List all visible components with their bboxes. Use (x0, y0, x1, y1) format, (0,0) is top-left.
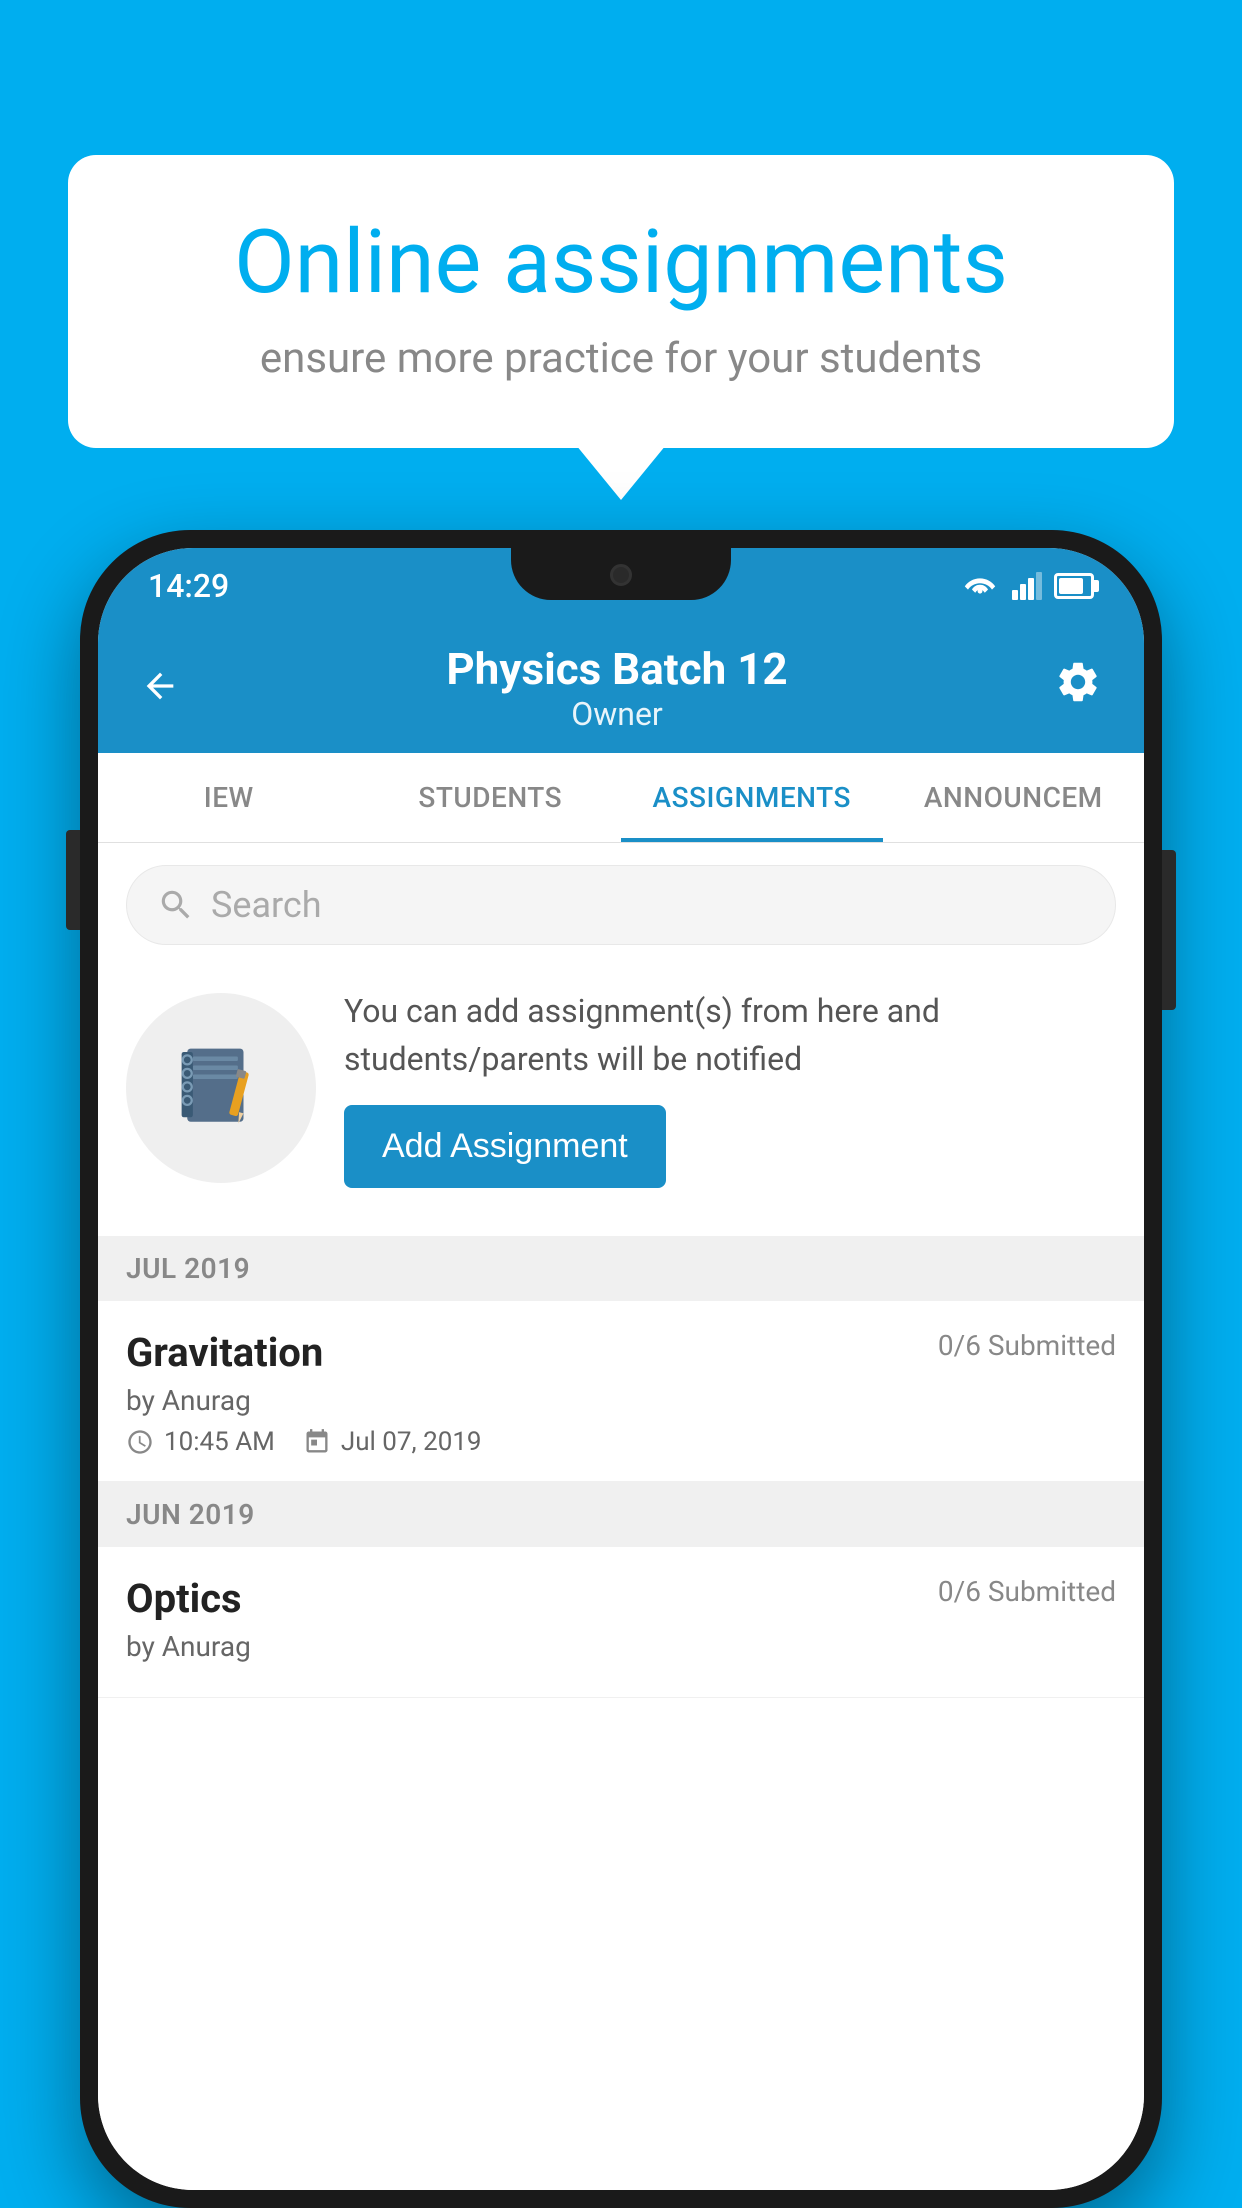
notebook-icon (176, 1043, 266, 1133)
meta-time: 10:45 AM (126, 1427, 275, 1457)
assignment-item-optics[interactable]: Optics 0/6 Submitted by Anurag (98, 1547, 1144, 1698)
phone-container: 14:29 (80, 530, 1162, 2208)
assignment-date: Jul 07, 2019 (341, 1427, 482, 1457)
tab-announcements[interactable]: ANNOUNCEM (883, 753, 1145, 842)
section-header-jul: JUL 2019 (98, 1236, 1144, 1301)
calendar-icon (303, 1428, 331, 1456)
speech-bubble-container: Online assignments ensure more practice … (68, 155, 1174, 448)
battery-icon (1054, 573, 1094, 599)
status-time: 14:29 (148, 567, 229, 605)
phone-frame: 14:29 (80, 530, 1162, 2208)
back-button[interactable] (140, 658, 180, 719)
assignment-time: 10:45 AM (164, 1427, 275, 1457)
tab-assignments[interactable]: ASSIGNMENTS (621, 753, 883, 842)
tab-students[interactable]: STUDENTS (360, 753, 622, 842)
assignment-top-row: Gravitation 0/6 Submitted (126, 1329, 1116, 1376)
assignment-promo: You can add assignment(s) from here and … (126, 967, 1116, 1208)
assignment-name-gravitation: Gravitation (126, 1329, 323, 1376)
speech-bubble-title: Online assignments (138, 215, 1104, 312)
phone-screen: 14:29 (98, 548, 1144, 2190)
section-header-jun: JUN 2019 (98, 1482, 1144, 1547)
assignment-top-row-optics: Optics 0/6 Submitted (126, 1575, 1116, 1622)
app-bar-subtitle: Owner (180, 695, 1054, 733)
assignment-name-optics: Optics (126, 1575, 242, 1622)
speech-bubble: Online assignments ensure more practice … (68, 155, 1174, 448)
app-bar: Physics Batch 12 Owner (98, 623, 1144, 753)
speech-bubble-subtitle: ensure more practice for your students (138, 334, 1104, 383)
notch (511, 548, 731, 600)
add-assignment-button[interactable]: Add Assignment (344, 1105, 666, 1188)
status-icons (964, 572, 1094, 600)
search-bar[interactable]: Search (126, 865, 1116, 945)
assignment-submitted-optics: 0/6 Submitted (938, 1575, 1116, 1608)
camera (610, 564, 632, 586)
search-placeholder: Search (211, 884, 322, 926)
search-icon (157, 886, 195, 924)
assignment-by-gravitation: by Anurag (126, 1384, 1116, 1417)
promo-icon-circle (126, 993, 316, 1183)
promo-text-container: You can add assignment(s) from here and … (344, 987, 1116, 1188)
promo-description: You can add assignment(s) from here and … (344, 987, 1116, 1083)
tab-iew[interactable]: IEW (98, 753, 360, 842)
assignment-by-optics: by Anurag (126, 1630, 1116, 1663)
app-bar-title: Physics Batch 12 (180, 643, 1054, 695)
wifi-icon (964, 572, 1000, 600)
content-area: Search (98, 843, 1144, 2190)
app-bar-title-container: Physics Batch 12 Owner (180, 643, 1054, 733)
clock-icon (126, 1428, 154, 1456)
signal-icon (1012, 572, 1042, 600)
settings-icon[interactable] (1054, 658, 1102, 718)
assignment-meta-gravitation: 10:45 AM Jul 07, 2019 (126, 1427, 1116, 1457)
assignment-submitted-gravitation: 0/6 Submitted (938, 1329, 1116, 1362)
assignment-item-gravitation[interactable]: Gravitation 0/6 Submitted by Anurag 10:4… (98, 1301, 1144, 1482)
tab-bar: IEW STUDENTS ASSIGNMENTS ANNOUNCEM (98, 753, 1144, 843)
volume-button (66, 830, 80, 930)
meta-date: Jul 07, 2019 (303, 1427, 482, 1457)
power-button (1162, 850, 1176, 1010)
